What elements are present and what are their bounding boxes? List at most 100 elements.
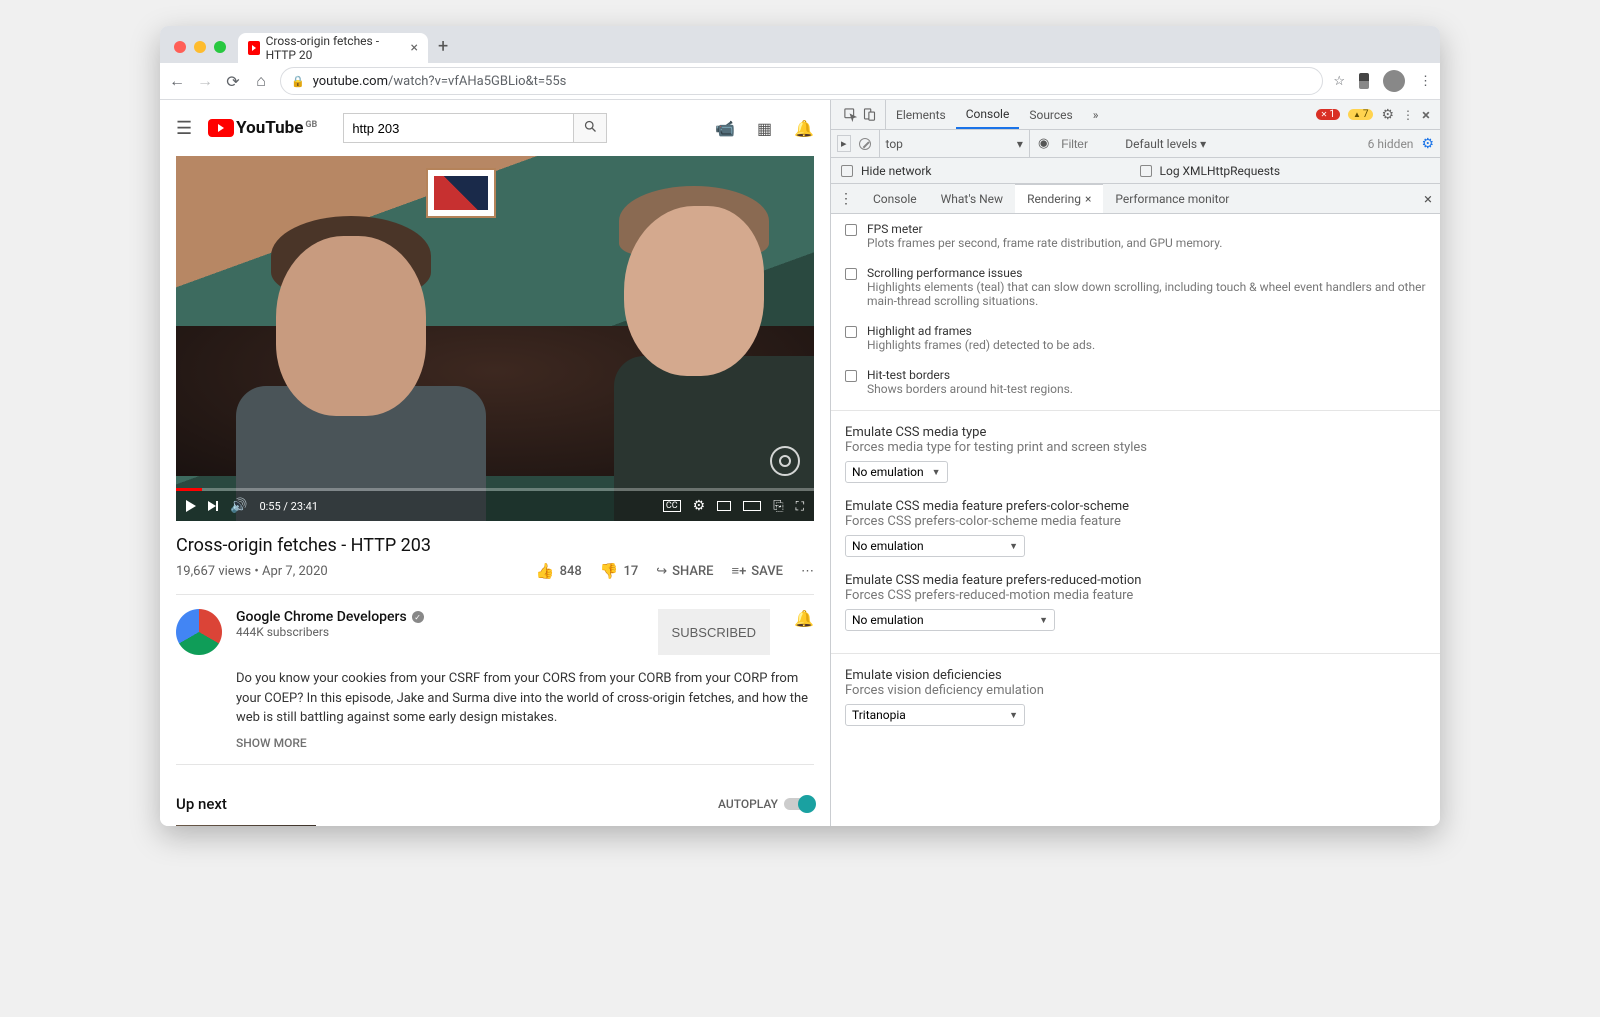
hide-network-checkbox[interactable] [841,165,853,177]
hittest-title: Hit-test borders [867,368,1073,382]
hamburger-icon[interactable]: ☰ [176,118,192,139]
profile-avatar[interactable] [1383,70,1405,92]
search-form [343,113,607,143]
notifications-icon[interactable]: 🔔 [794,119,814,138]
channel-avatar[interactable] [176,609,222,655]
live-expression-icon[interactable]: ◉ [1038,136,1049,151]
vision-select[interactable]: Tritanopia▼ [845,704,1025,726]
verified-icon: ✓ [412,611,424,623]
drawer-close-icon[interactable]: × [1416,190,1440,208]
video-player[interactable]: 🔊 0:55 / 23:41 CC ⚙ ⎘ ⛶ [176,156,814,521]
filter-input[interactable] [1057,137,1117,151]
youtube-header: ☰ YouTubeGB 📹 ▦ 🔔 [160,100,830,156]
save-button[interactable]: ≡+ SAVE [731,563,783,579]
like-button[interactable]: 👍848 [536,562,582,580]
notification-bell-icon[interactable]: 🔔 [794,609,814,655]
ads-desc: Highlights frames (red) detected to be a… [867,338,1095,352]
omnibox[interactable]: 🔒 youtube.com/watch?v=vfAHa5GBLio&t=55s [280,67,1323,95]
tab-close-icon[interactable]: × [411,40,418,56]
youtube-logo[interactable]: YouTubeGB [208,118,317,138]
context-selector[interactable]: top▾ [879,130,1030,157]
drawer-tab-rendering[interactable]: Rendering × [1015,184,1103,213]
media-type-title: Emulate CSS media type [845,425,1426,440]
captions-button[interactable]: CC [663,500,681,512]
show-more-button[interactable]: SHOW MORE [236,736,814,750]
address-bar: ← → ⟳ ⌂ 🔒 youtube.com/watch?v=vfAHa5GBLi… [160,63,1440,100]
up-next-label: Up next [176,795,227,813]
clear-console-icon[interactable] [859,138,871,150]
chrome-menu-icon[interactable]: ⋮ [1419,74,1432,89]
devtools-close-icon[interactable]: × [1422,106,1430,124]
autoplay-toggle[interactable]: AUTOPLAY [718,797,814,811]
create-icon[interactable]: 📹 [715,119,735,138]
drawer-menu-icon[interactable]: ⋮ [831,191,861,207]
apps-icon[interactable]: ▦ [757,119,772,138]
close-icon[interactable]: × [1085,192,1091,206]
hittest-checkbox[interactable] [845,370,857,382]
play-button[interactable] [186,500,196,512]
more-actions-button[interactable]: ⋯ [801,564,814,579]
volume-button[interactable]: 🔊 [230,498,247,514]
devtools-settings-icon[interactable]: ⚙ [1381,107,1394,123]
device-toggle-icon[interactable] [862,107,877,122]
drawer-tab-perfmon[interactable]: Performance monitor [1103,184,1241,213]
scrolling-title: Scrolling performance issues [867,266,1426,280]
bookmark-star-icon[interactable]: ☆ [1333,74,1345,89]
home-button[interactable]: ⌂ [252,71,270,91]
page-content: ☰ YouTubeGB 📹 ▦ 🔔 [160,100,830,826]
channel-name[interactable]: Google Chrome Developers✓ [236,609,644,625]
next-video-thumbnail[interactable]: Four sill [176,825,316,827]
forward-button[interactable]: → [196,71,214,91]
tab-sources[interactable]: Sources [1019,100,1082,129]
settings-button[interactable]: ⚙ [693,498,706,514]
inspect-icon[interactable] [843,107,858,122]
fps-checkbox[interactable] [845,224,857,236]
back-button[interactable]: ← [168,71,186,91]
extension-icon[interactable] [1359,73,1369,89]
ads-checkbox[interactable] [845,326,857,338]
media-type-select[interactable]: No emulation▼ [845,461,948,483]
log-level-selector[interactable]: Default levels ▾ [1125,137,1206,151]
drawer-tab-whatsnew[interactable]: What's New [929,184,1015,213]
theater-button[interactable] [743,501,761,511]
error-badge[interactable]: 1 [1316,109,1340,120]
chrome-logo-icon [770,446,800,476]
miniplayer-button[interactable] [717,501,731,511]
drawer-tab-console[interactable]: Console [861,184,929,213]
tab-overflow[interactable]: » [1083,100,1109,129]
search-input[interactable] [343,113,573,143]
log-xhr-checkbox[interactable] [1140,165,1152,177]
window-controls[interactable] [174,41,226,53]
console-settings-icon[interactable]: ⚙ [1421,136,1434,152]
cast-button[interactable]: ⎘ [773,499,783,514]
subscribe-button[interactable]: SUBSCRIBED [658,609,771,655]
media-type-desc: Forces media type for testing print and … [845,440,1426,455]
youtube-favicon [248,41,260,55]
color-scheme-select[interactable]: No emulation▼ [845,535,1025,557]
devtools-menu-icon[interactable]: ⋮ [1402,108,1414,122]
dislike-button[interactable]: 👎17 [600,562,638,580]
scrolling-checkbox[interactable] [845,268,857,280]
color-scheme-desc: Forces CSS prefers-color-scheme media fe… [845,514,1426,529]
next-button[interactable] [208,501,218,511]
browser-tab[interactable]: Cross-origin fetches - HTTP 20 × [238,33,428,63]
color-scheme-title: Emulate CSS media feature prefers-color-… [845,499,1426,514]
hidden-count[interactable]: 6 hidden [1368,137,1414,151]
tab-elements[interactable]: Elements [886,100,956,129]
new-tab-button[interactable]: + [438,36,448,57]
next-video[interactable]: Four sill Four silly browser hacks - HTT… [176,825,814,827]
publish-date: Apr 7, 2020 [262,564,328,579]
lock-icon[interactable]: 🔒 [291,75,305,88]
tab-console[interactable]: Console [956,100,1020,129]
execution-toggle-icon[interactable]: ▸ [837,135,851,152]
fullscreen-button[interactable]: ⛶ [796,499,804,514]
warning-badge[interactable]: 7 [1348,109,1374,120]
reduced-motion-select[interactable]: No emulation▼ [845,609,1055,631]
share-button[interactable]: ↪ SHARE [656,564,713,579]
search-button[interactable] [573,113,607,143]
vision-title: Emulate vision deficiencies [845,668,1426,683]
devtools-panel: Elements Console Sources » 1 7 ⚙ ⋮ × ▸ t… [830,100,1440,826]
fps-desc: Plots frames per second, frame rate dist… [867,236,1222,250]
reload-button[interactable]: ⟳ [224,72,242,91]
vision-desc: Forces vision deficiency emulation [845,683,1426,698]
